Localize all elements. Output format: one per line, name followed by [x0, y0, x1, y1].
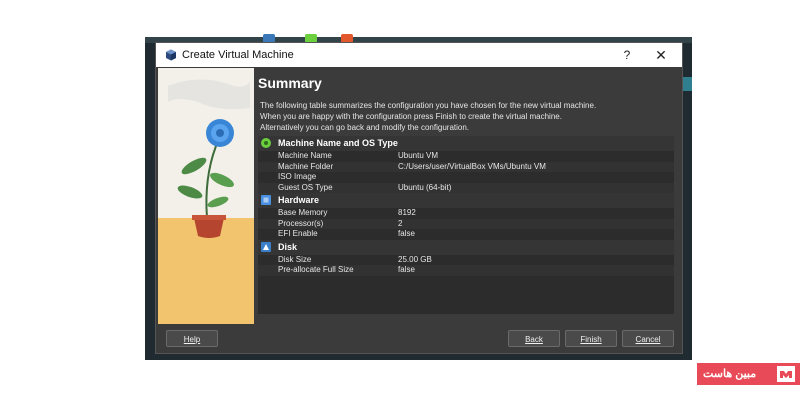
wizard-illustration [158, 68, 254, 324]
row-key: Guest OS Type [278, 182, 333, 192]
window-title: Create Virtual Machine [182, 49, 294, 61]
desktop-icon [305, 34, 317, 43]
help-question-icon[interactable]: ? [619, 47, 635, 63]
section-machine-name: Machine Name and OS Type [258, 136, 674, 151]
table-row: Disk Size 25.00 GB [258, 255, 674, 266]
section-title: Disk [278, 241, 298, 252]
brand-watermark: مبین هاست [697, 363, 800, 385]
row-key: Disk Size [278, 254, 312, 264]
section-title: Hardware [278, 195, 320, 205]
gear-icon [261, 138, 271, 148]
desktop-icon [263, 34, 275, 43]
row-key: Pre-allocate Full Size [278, 265, 354, 274]
row-key: Machine Folder [278, 161, 334, 171]
plant-illustration [158, 68, 254, 324]
row-value: 8192 [398, 208, 416, 217]
close-icon[interactable]: ✕ [653, 47, 669, 63]
virtualbox-icon [166, 49, 176, 61]
finish-button-label: Finish [580, 335, 602, 344]
row-value: Ubuntu (64-bit) [398, 182, 452, 192]
row-key: Machine Name [278, 151, 332, 160]
section-title: Machine Name and OS Type [278, 138, 398, 148]
back-button[interactable]: Back [508, 330, 560, 347]
summary-table[interactable]: Machine Name and OS Type Machine Name Ub… [258, 136, 674, 314]
row-key: EFI Enable [278, 229, 318, 238]
description-line: When you are happy with the configuratio… [260, 112, 562, 121]
help-button-label: Help [183, 335, 201, 344]
page-description: The following table summarizes the confi… [260, 100, 670, 133]
section-disk: Disk [258, 239, 674, 255]
row-value: false [398, 229, 415, 238]
row-value: 25.00 GB [398, 254, 432, 264]
row-key: Processor(s) [278, 218, 324, 228]
cancel-button[interactable]: Cancel [622, 330, 674, 347]
row-key: Base Memory [278, 208, 328, 217]
row-value: 2 [398, 218, 403, 228]
row-key: ISO Image [278, 172, 317, 181]
table-row: Guest OS Type Ubuntu (64-bit) [258, 182, 674, 193]
table-row: Base Memory 8192 [258, 208, 674, 219]
table-row: ISO Image [258, 172, 674, 183]
row-value: C:/Users/user/VirtualBox VMs/Ubuntu VM [398, 161, 546, 171]
description-line: The following table summarizes the confi… [260, 101, 597, 110]
cancel-button-label: Cancel [635, 335, 661, 344]
chip-icon [261, 195, 271, 205]
brand-logo-icon [777, 366, 795, 382]
finish-button[interactable]: Finish [565, 330, 617, 347]
page-title: Summary [258, 75, 322, 91]
table-row: Processor(s) 2 [258, 218, 674, 229]
table-row: Machine Folder C:/Users/user/VirtualBox … [258, 161, 674, 172]
help-button[interactable]: Help [166, 330, 218, 347]
desktop-side-strip [682, 77, 692, 91]
create-vm-dialog: Create Virtual Machine ? ✕ Summary The f… [156, 43, 682, 353]
back-button-label: Back [525, 335, 543, 344]
table-row: Pre-allocate Full Size false [258, 265, 674, 276]
summary-page: Summary The following table summarizes t… [256, 68, 680, 324]
watermark-text: مبین هاست [703, 368, 757, 380]
flower-icon [206, 119, 234, 147]
disk-icon [261, 241, 271, 252]
table-row: Machine Name Ubuntu VM [258, 151, 674, 162]
row-value: false [398, 265, 415, 274]
section-hardware: Hardware [258, 193, 674, 208]
desktop-icon [341, 34, 353, 43]
table-row: EFI Enable false [258, 229, 674, 240]
description-line: Alternatively you can go back and modify… [260, 123, 470, 132]
row-value: Ubuntu VM [398, 151, 439, 160]
title-bar[interactable]: Create Virtual Machine ? ✕ [156, 43, 682, 67]
